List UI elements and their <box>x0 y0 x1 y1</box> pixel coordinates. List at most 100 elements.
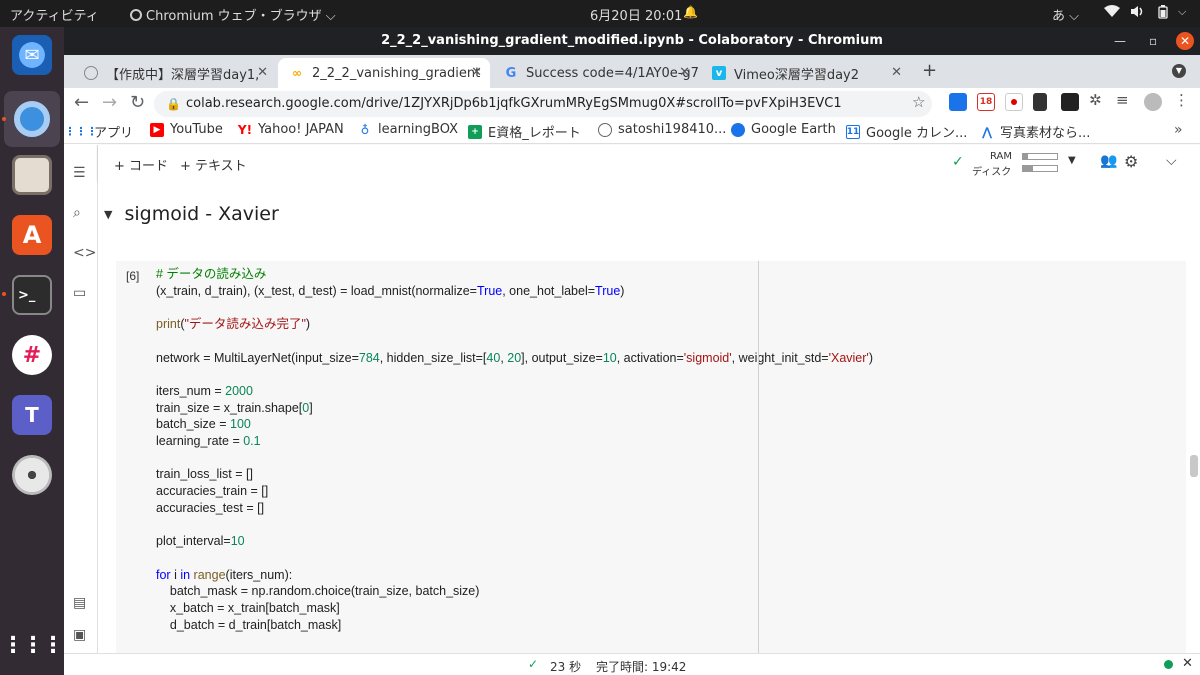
add-code-button[interactable]: + コード <box>114 155 168 174</box>
close-tab-icon[interactable]: ✕ <box>471 65 482 80</box>
back-arrow-icon[interactable]: ← <box>74 92 89 113</box>
bookmark-github[interactable]: satoshi198410... <box>598 122 726 137</box>
section-collapse-icon[interactable]: ▼ <box>104 208 112 221</box>
bookmarks-overflow-icon[interactable]: » <box>1174 122 1183 138</box>
status-bar: ✓ 23 秒 完了時間: 19:42 ✕ <box>64 653 1200 675</box>
gmail-icon[interactable]: 18 <box>977 93 995 111</box>
bookmark-google-earth[interactable]: Google Earth <box>731 122 836 137</box>
extensions-puzzle-icon[interactable]: ✲ <box>1089 91 1102 109</box>
bookmark-yahoo[interactable]: Y! Yahoo! JAPAN <box>238 122 344 137</box>
bookmark-sheets[interactable]: + E資格_レポート <box>468 122 581 141</box>
resources-indicator[interactable]: ✓ RAM ディスク <box>952 151 1076 178</box>
close-status-icon[interactable]: ✕ <box>1182 656 1193 671</box>
vimeo-icon: v <box>712 66 726 80</box>
bookmark-label: learningBOX <box>378 122 459 137</box>
running-indicator <box>2 292 6 296</box>
calendar-icon: 11 <box>846 124 860 139</box>
wifi-icon[interactable] <box>1104 5 1120 22</box>
apps-grid-icon: ⋮⋮⋮ <box>64 125 98 138</box>
tab-0[interactable]: 【作成中】深層学習day1, ✕ <box>72 58 276 88</box>
terminal-icon[interactable]: >_ <box>12 275 52 315</box>
bookmark-label: YouTube <box>170 122 223 137</box>
software-center-icon[interactable]: A <box>12 215 52 255</box>
chromium-dock-item[interactable] <box>4 91 60 147</box>
code-line: d_batch = d_train[batch_mask] <box>156 617 342 632</box>
yahoo-icon: Y! <box>237 122 253 137</box>
bookmark-learningbox[interactable]: ♁ learningBOX <box>358 122 458 137</box>
profile-avatar[interactable] <box>1144 93 1162 111</box>
tab-2[interactable]: G Success code=4/1AY0e-g7 ✕ <box>492 58 698 88</box>
bookmark-photo[interactable]: ⋀ 写真素材なら... <box>980 122 1091 142</box>
show-applications-icon[interactable]: ⋮⋮⋮ <box>2 625 64 665</box>
extension-bars-icon[interactable] <box>1033 93 1047 111</box>
window-title: 2_2_2_vanishing_gradient_modified.ipynb … <box>381 33 883 48</box>
ram-label: RAM <box>990 151 1013 162</box>
close-window-icon[interactable]: ✕ <box>1176 32 1194 50</box>
close-tab-icon[interactable]: ✕ <box>891 65 902 80</box>
tab-1[interactable]: ∞ 2_2_2_vanishing_gradient ✕ <box>278 58 490 88</box>
address-bar[interactable]: 🔒 colab.research.google.com/drive/1ZJYXR… <box>154 91 932 117</box>
url-text: colab.research.google.com/drive/1ZJYXRjD… <box>186 96 842 111</box>
notebook-scrollbar[interactable] <box>1188 181 1200 653</box>
battery-icon[interactable] <box>1158 5 1168 23</box>
reload-icon[interactable]: ↻ <box>130 92 145 113</box>
add-text-button[interactable]: + テキスト <box>180 155 247 174</box>
japan-flag-icon[interactable] <box>1005 93 1023 111</box>
collapse-header-icon[interactable]: ⌵ <box>1166 153 1177 169</box>
volume-icon[interactable] <box>1130 5 1144 22</box>
bookmark-youtube[interactable]: ▶ YouTube <box>150 122 223 137</box>
thunderbird-icon[interactable]: ✉ <box>12 35 52 75</box>
toc-icon[interactable]: ☰ <box>73 165 86 181</box>
chromium-icon <box>14 101 50 137</box>
scrollbar-thumb[interactable] <box>1190 455 1198 477</box>
browser-menu-icon[interactable]: ⋮ <box>1174 91 1189 109</box>
close-tab-icon[interactable]: ✕ <box>679 65 690 80</box>
share-people-icon[interactable]: 👥 <box>1100 153 1117 169</box>
clock[interactable]: 6月20日 20:01 <box>590 5 682 24</box>
maximize-icon[interactable]: ▫ <box>1149 27 1157 55</box>
reading-list-icon[interactable]: ≡ <box>1116 91 1129 109</box>
search-icon[interactable]: ⌕ <box>73 205 81 221</box>
command-palette-icon[interactable]: ▤ <box>73 595 86 611</box>
minimize-icon[interactable]: — <box>1114 27 1126 55</box>
bookmark-label: 写真素材なら... <box>1000 126 1091 141</box>
bookmark-label: Yahoo! JAPAN <box>258 122 344 137</box>
code-line: # データの読み込み <box>156 267 267 281</box>
bookmark-apps[interactable]: ⋮⋮⋮ アプリ <box>64 122 134 141</box>
resources-dropdown-icon[interactable]: ▼ <box>1068 155 1076 166</box>
code-snippets-icon[interactable]: <> <box>73 245 96 261</box>
app-menu[interactable]: Chromium ウェブ・ブラウザ ⌵ <box>130 5 336 24</box>
bookmark-calendar[interactable]: 11 Google カレン... <box>846 122 967 141</box>
forward-arrow-icon[interactable]: → <box>102 92 117 113</box>
close-tab-icon[interactable]: ✕ <box>257 65 268 80</box>
system-top-bar: アクティビティ Chromium ウェブ・ブラウザ ⌵ 6月20日 20:01 … <box>0 0 1200 27</box>
google-icon: G <box>505 65 517 81</box>
terminal-icon[interactable]: ▣ <box>73 627 86 643</box>
dvd-icon[interactable] <box>12 455 52 495</box>
teams-icon[interactable]: T <box>12 395 52 435</box>
activities-button[interactable]: アクティビティ <box>10 5 99 24</box>
colab-sidebar: ☰ ⌕ <> ▭ ▤ ▣ <box>64 145 98 653</box>
files-icon[interactable] <box>12 155 52 195</box>
files-folder-icon[interactable]: ▭ <box>73 285 86 301</box>
bookmark-star-icon[interactable]: ☆ <box>912 93 925 111</box>
settings-gear-icon[interactable]: ⚙ <box>1124 152 1138 171</box>
disk-label: ディスク <box>972 167 1012 178</box>
slack-icon[interactable]: # <box>12 335 52 375</box>
system-menu-chevron-icon[interactable]: ⌵ <box>1178 5 1186 19</box>
new-tab-button[interactable]: + <box>922 60 937 81</box>
tab-3[interactable]: v Vimeo深層学習day2 ✕ <box>700 58 910 88</box>
code-editor[interactable]: # データの読み込み (x_train, d_train), (x_test, d… <box>156 266 873 633</box>
extension-screen-icon[interactable] <box>949 93 967 111</box>
section-header[interactable]: ▼ sigmoid - Xavier <box>104 203 279 225</box>
bookmark-label: Google Earth <box>751 122 836 137</box>
code-cell[interactable]: [6] # データの読み込み (x_train, d_train), (x_tes… <box>116 261 1186 653</box>
tab-search-icon[interactable]: ▼ <box>1172 64 1186 78</box>
extension-tray-icon[interactable] <box>1061 93 1079 111</box>
input-method-indicator[interactable]: あ ⌵ <box>1052 5 1079 24</box>
lock-icon: 🔒 <box>166 97 181 111</box>
